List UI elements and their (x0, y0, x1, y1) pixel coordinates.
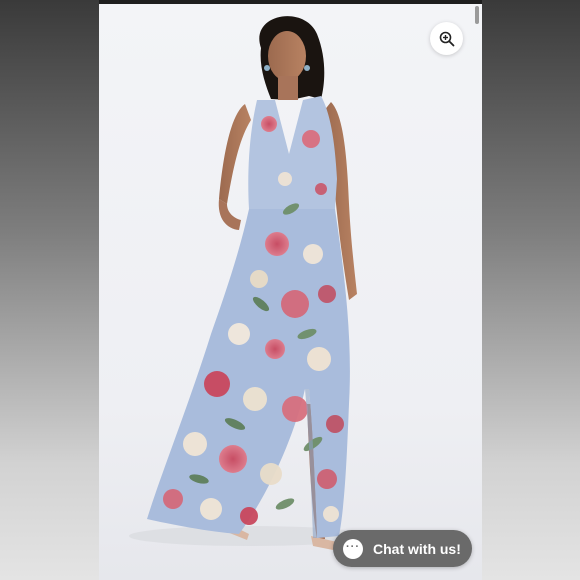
scrollbar-thumb[interactable] (475, 6, 479, 24)
zoom-button[interactable] (430, 22, 463, 55)
blurred-backdrop-left (0, 0, 99, 580)
chat-with-us-button[interactable]: ··· Chat with us! (333, 530, 472, 567)
zoom-in-icon (439, 31, 454, 46)
chat-button-label: Chat with us! (373, 540, 461, 557)
chat-bubble-icon: ··· (343, 538, 363, 559)
model-illustration (129, 16, 369, 552)
product-photo[interactable] (99, 4, 482, 580)
blurred-backdrop-right (482, 0, 580, 580)
